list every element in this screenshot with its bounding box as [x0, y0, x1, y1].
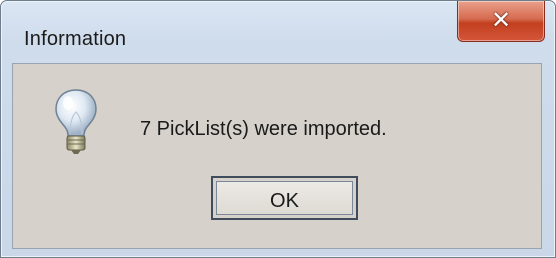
ok-button-label: OK [270, 190, 299, 212]
dialog-title: Information [24, 28, 127, 50]
dialog-message: 7 PickList(s) were imported. [140, 118, 387, 140]
close-button[interactable]: ✕ [457, 1, 545, 42]
close-icon: ✕ [490, 6, 512, 34]
ok-button[interactable]: OK [211, 176, 358, 220]
title-bar[interactable]: Information ✕ [1, 1, 555, 59]
dialog-content: 7 PickList(s) were imported. OK [12, 63, 542, 249]
lightbulb-icon [55, 89, 97, 154]
information-dialog: Information ✕ 7 PickList(s) were importe… [0, 0, 556, 258]
ok-button-face: OK [216, 181, 353, 215]
